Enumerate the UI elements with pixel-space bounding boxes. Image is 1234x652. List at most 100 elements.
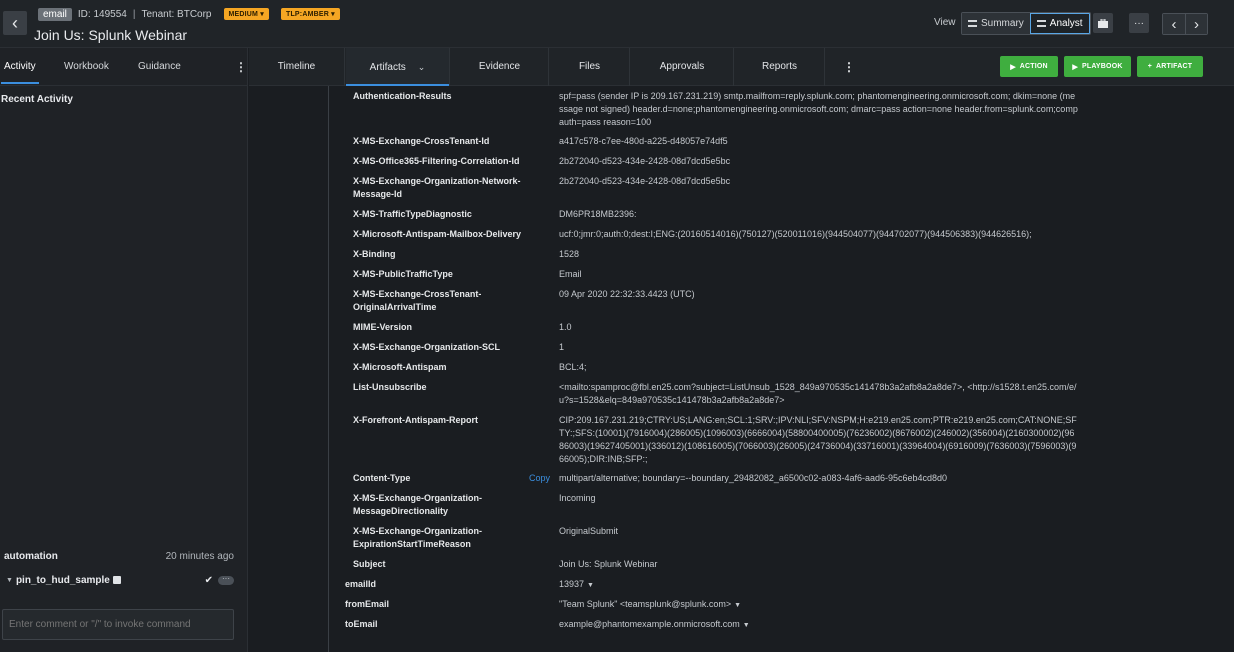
tab-timeline[interactable]: Timeline: [249, 48, 345, 86]
automation-time: 20 minutes ago: [165, 551, 234, 562]
field-value[interactable]: example@phantomexample.onmicrosoft.com ▼: [559, 618, 1079, 632]
tab-files[interactable]: Files: [550, 48, 630, 86]
tab-approvals[interactable]: Approvals: [631, 48, 734, 86]
header-value[interactable]: 1.0: [559, 321, 1079, 334]
playbook-run-item[interactable]: ▼ pin_to_hud_sample ✔ ···: [6, 573, 234, 587]
header-key: X-Forefront-Antispam-Report: [353, 415, 478, 425]
artifact-details: Authentication-Results spf=pass (sender …: [249, 86, 1234, 652]
header-key: X-MS-Exchange-Organization-ExpirationSta…: [353, 526, 483, 549]
header-key: X-Microsoft-Antispam: [353, 362, 447, 372]
tlp-dropdown[interactable]: TLP:AMBER ▾: [280, 8, 340, 20]
tenant-label: Tenant: BTCorp: [141, 8, 212, 20]
chevron-down-icon[interactable]: ▼: [734, 602, 741, 609]
header-value[interactable]: 2b272040-d523-434e-2428-08d7dcd5e5bc: [559, 175, 1079, 188]
field-key: fromEmail: [345, 599, 390, 609]
left-panel-menu-icon[interactable]: ⋮: [235, 48, 247, 86]
header-value[interactable]: multipart/alternative; boundary=--bounda…: [559, 472, 1079, 485]
recent-activity-heading: Recent Activity: [1, 94, 73, 105]
view-toggle: Summary Analyst: [961, 12, 1091, 35]
view-summary-button[interactable]: Summary: [962, 13, 1030, 34]
type-badge: email: [38, 7, 72, 21]
briefcase-button[interactable]: [1093, 13, 1113, 33]
briefcase-icon: [1098, 18, 1108, 28]
chevron-down-icon: ▾: [331, 11, 335, 18]
header-value[interactable]: 1: [559, 341, 1079, 354]
header-value[interactable]: ucf:0;jmr:0;auth:0;dest:I;ENG:(201605140…: [559, 228, 1079, 241]
view-label: View: [934, 17, 956, 28]
header-value[interactable]: a417c578-c7ee-480d-a225-d48057e74df5: [559, 135, 1079, 148]
field-value[interactable]: 13937 ▼: [559, 578, 1079, 592]
severity-dropdown[interactable]: MEDIUM ▾: [223, 8, 269, 20]
main-tabs: Timeline Artifacts ⌄ Evidence Files Appro…: [249, 48, 1234, 86]
header-key: Subject: [353, 559, 386, 569]
header-value[interactable]: <mailto:spamproc@fbl.en25.com?subject=Li…: [559, 381, 1079, 407]
header-key: X-MS-Exchange-Organization-Network-Messa…: [353, 176, 521, 199]
expand-caret-icon[interactable]: ▼: [6, 577, 13, 584]
view-analyst-button[interactable]: Analyst: [1029, 13, 1090, 34]
meta-separator: |: [132, 8, 136, 20]
analyst-icon: [1036, 20, 1046, 27]
header-value[interactable]: Email: [559, 268, 1079, 281]
comment-input[interactable]: [2, 609, 234, 640]
tabs-more-icon[interactable]: ⋮: [843, 48, 855, 86]
copy-link[interactable]: Copy: [529, 472, 550, 485]
back-icon: ‹: [12, 13, 18, 33]
case-meta: email ID: 149554 | Tenant: BTCorp MEDIUM…: [38, 6, 340, 22]
header-key: X-MS-Exchange-CrossTenant-OriginalArriva…: [353, 289, 482, 312]
checkmark-icon: ✔: [204, 574, 213, 586]
more-icon[interactable]: ···: [218, 574, 234, 585]
header-key: Authentication-Results: [353, 91, 452, 101]
header-value[interactable]: DM6PR18MB2396:: [559, 208, 1079, 221]
activity-panel: Activity Workbook Guidance ⋮ Recent Acti…: [0, 48, 248, 652]
playbook-name: pin_to_hud_sample: [15, 574, 110, 586]
add-artifact-button[interactable]: + ARTIFACT: [1137, 56, 1203, 77]
edit-icon[interactable]: [112, 576, 121, 584]
header-value[interactable]: 09 Apr 2020 22:32:33.4423 (UTC): [559, 288, 1079, 301]
header-value[interactable]: Incoming: [559, 492, 1079, 505]
chevron-down-icon[interactable]: ▼: [587, 582, 594, 589]
header-key: MIME-Version: [353, 322, 413, 332]
tab-guidance[interactable]: Guidance: [138, 48, 181, 86]
header-value[interactable]: 2b272040-d523-434e-2428-08d7dcd5e5bc: [559, 155, 1079, 168]
more-actions-button[interactable]: ···: [1129, 13, 1149, 33]
header-value[interactable]: OriginalSubmit: [559, 525, 1079, 538]
field-key: toEmail: [345, 619, 378, 629]
header-value[interactable]: BCL:4;: [559, 361, 1079, 374]
header-value[interactable]: 1528: [559, 248, 1079, 261]
tab-activity[interactable]: Activity: [1, 48, 39, 86]
play-icon: ▶: [1010, 63, 1016, 71]
header-key: Content-Type: [353, 473, 411, 483]
header-value[interactable]: CIP:209.167.231.219;CTRY:US;LANG:en;SCL:…: [559, 414, 1079, 466]
chevron-down-icon: ▾: [260, 11, 264, 18]
header-key: X-MS-Office365-Filtering-Correlation-Id: [353, 156, 520, 166]
previous-record-button[interactable]: ‹: [1163, 14, 1185, 34]
automation-entry: automation 20 minutes ago: [4, 551, 234, 562]
chevron-down-icon: ⌄: [417, 62, 426, 72]
case-title: Join Us: Splunk Webinar: [34, 27, 188, 43]
header-key: List-Unsubscribe: [353, 382, 427, 392]
header-key: X-Binding: [353, 249, 396, 259]
back-button[interactable]: ‹: [3, 11, 27, 35]
header-value[interactable]: spf=pass (sender IP is 209.167.231.219) …: [559, 90, 1079, 129]
case-id: ID: 149554: [77, 8, 127, 20]
header-key: X-MS-Exchange-Organization-MessageDirect…: [353, 493, 483, 516]
left-tabs: Activity Workbook Guidance ⋮: [0, 48, 247, 86]
header-key: X-MS-Exchange-Organization-SCL: [353, 342, 501, 352]
chevron-down-icon[interactable]: ▼: [743, 622, 750, 629]
more-icon: ···: [1134, 17, 1144, 29]
header-key: X-MS-PublicTrafficType: [353, 269, 453, 279]
header-key: X-MS-Exchange-CrossTenant-Id: [353, 136, 490, 146]
header-key: X-MS-TrafficTypeDiagnostic: [353, 209, 472, 219]
tab-workbook[interactable]: Workbook: [64, 48, 109, 86]
tab-artifacts[interactable]: Artifacts ⌄: [346, 48, 450, 86]
action-button[interactable]: ▶ ACTION: [1000, 56, 1058, 77]
case-header: ‹ email ID: 149554 | Tenant: BTCorp MEDI…: [0, 0, 1234, 48]
tab-reports[interactable]: Reports: [735, 48, 825, 86]
tab-evidence[interactable]: Evidence: [451, 48, 549, 86]
header-value[interactable]: Join Us: Splunk Webinar: [559, 558, 1079, 571]
chevron-right-icon: ›: [1194, 15, 1199, 33]
playbook-button[interactable]: ▶ PLAYBOOK: [1064, 56, 1131, 77]
plus-icon: +: [1147, 63, 1153, 70]
field-value[interactable]: "Team Splunk" <teamsplunk@splunk.com> ▼: [559, 598, 1079, 612]
next-record-button[interactable]: ›: [1185, 14, 1207, 34]
